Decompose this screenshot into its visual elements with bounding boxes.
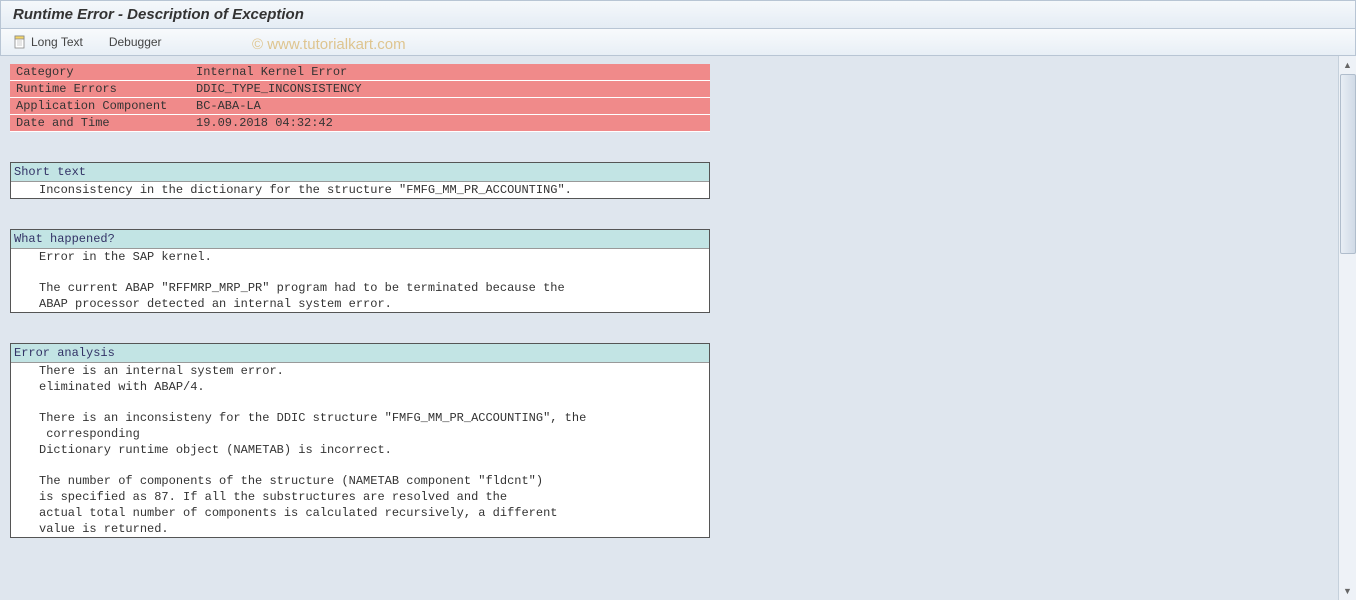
window-title: Runtime Error - Description of Exception bbox=[13, 6, 304, 23]
long-text-label: Long Text bbox=[31, 35, 83, 49]
short-text-section: Short text Inconsistency in the dictiona… bbox=[10, 162, 710, 199]
text-line: value is returned. bbox=[11, 521, 709, 537]
text-line: Inconsistency in the dictionary for the … bbox=[11, 182, 709, 198]
datetime-value: 19.09.2018 04:32:42 bbox=[190, 115, 710, 132]
error-analysis-section: Error analysis There is an internal syst… bbox=[10, 343, 710, 538]
text-line: corresponding bbox=[11, 426, 709, 442]
table-row: Date and Time 19.09.2018 04:32:42 bbox=[10, 115, 710, 132]
text-line: Dictionary runtime object (NAMETAB) is i… bbox=[11, 442, 709, 458]
toolbar: Long Text Debugger bbox=[0, 29, 1356, 56]
short-text-body: Inconsistency in the dictionary for the … bbox=[11, 182, 709, 198]
text-line: is specified as 87. If all the substruct… bbox=[11, 489, 709, 505]
window-title-bar: Runtime Error - Description of Exception bbox=[0, 0, 1356, 29]
text-line: ABAP processor detected an internal syst… bbox=[11, 296, 709, 312]
category-value: Internal Kernel Error bbox=[190, 64, 710, 81]
scroll-thumb[interactable] bbox=[1340, 74, 1356, 254]
content-area: Category Internal Kernel Error Runtime E… bbox=[0, 56, 1356, 596]
short-text-header: Short text bbox=[11, 163, 709, 182]
text-line bbox=[11, 458, 709, 473]
text-line: There is an inconsisteny for the DDIC st… bbox=[11, 410, 709, 426]
table-row: Category Internal Kernel Error bbox=[10, 64, 710, 81]
runtime-errors-label: Runtime Errors bbox=[10, 81, 190, 98]
datetime-label: Date and Time bbox=[10, 115, 190, 132]
scroll-down-arrow-icon[interactable]: ▼ bbox=[1339, 582, 1356, 600]
text-line: eliminated with ABAP/4. bbox=[11, 379, 709, 395]
text-line: The current ABAP "RFFMRP_MRP_PR" program… bbox=[11, 280, 709, 296]
debugger-button[interactable]: Debugger bbox=[105, 33, 166, 51]
app-component-label: Application Component bbox=[10, 98, 190, 115]
error-analysis-header: Error analysis bbox=[11, 344, 709, 363]
text-line: The number of components of the structur… bbox=[11, 473, 709, 489]
what-happened-section: What happened? Error in the SAP kernel. … bbox=[10, 229, 710, 313]
category-label: Category bbox=[10, 64, 190, 81]
text-line: Error in the SAP kernel. bbox=[11, 249, 709, 265]
what-happened-header: What happened? bbox=[11, 230, 709, 249]
app-component-value: BC-ABA-LA bbox=[190, 98, 710, 115]
text-line bbox=[11, 395, 709, 410]
table-row: Runtime Errors DDIC_TYPE_INCONSISTENCY bbox=[10, 81, 710, 98]
debugger-label: Debugger bbox=[109, 35, 162, 49]
text-line: actual total number of components is cal… bbox=[11, 505, 709, 521]
text-line bbox=[11, 265, 709, 280]
error-info-table: Category Internal Kernel Error Runtime E… bbox=[10, 64, 710, 132]
table-row: Application Component BC-ABA-LA bbox=[10, 98, 710, 115]
scroll-up-arrow-icon[interactable]: ▲ bbox=[1339, 56, 1356, 74]
long-text-button[interactable]: Long Text bbox=[9, 33, 87, 51]
text-line: There is an internal system error. bbox=[11, 363, 709, 379]
error-analysis-body: There is an internal system error. elimi… bbox=[11, 363, 709, 537]
runtime-errors-value: DDIC_TYPE_INCONSISTENCY bbox=[190, 81, 710, 98]
what-happened-body: Error in the SAP kernel. The current ABA… bbox=[11, 249, 709, 312]
vertical-scrollbar[interactable]: ▲ ▼ bbox=[1338, 56, 1356, 600]
document-icon bbox=[13, 35, 27, 49]
